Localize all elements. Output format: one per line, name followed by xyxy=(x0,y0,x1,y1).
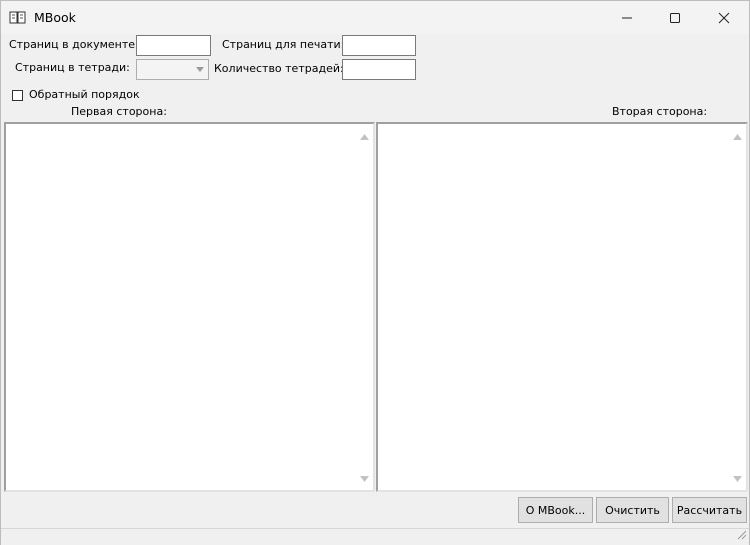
scroll-down-icon[interactable] xyxy=(360,471,369,485)
scroll-up-icon[interactable] xyxy=(360,129,369,143)
notebook-count-input[interactable] xyxy=(342,59,416,80)
pages-in-notebook-select[interactable] xyxy=(136,59,209,80)
about-button[interactable]: О MBook... xyxy=(518,497,593,523)
app-window: MBook Страниц в документе: Страниц для п… xyxy=(0,0,750,545)
first-side-textarea[interactable] xyxy=(4,122,375,492)
first-side-scrollbar[interactable] xyxy=(356,124,373,490)
chevron-down-icon[interactable] xyxy=(191,60,208,79)
reverse-order-label[interactable]: Обратный порядок xyxy=(29,88,140,101)
second-side-label: Вторая сторона: xyxy=(612,105,708,118)
notebook-count-label: Количество тетрадей: xyxy=(214,62,344,75)
close-icon xyxy=(718,12,730,23)
pages-in-document-input[interactable] xyxy=(136,35,211,56)
calculate-button[interactable]: Рассчитать xyxy=(672,497,747,523)
pages-in-notebook-label: Страниц в тетради: xyxy=(15,61,130,74)
close-button[interactable] xyxy=(701,1,747,34)
first-side-label: Первая сторона: xyxy=(71,105,167,118)
minimize-button[interactable] xyxy=(604,1,650,34)
status-bar xyxy=(1,528,749,545)
minimize-icon xyxy=(622,17,632,18)
book-icon xyxy=(9,10,26,25)
resize-grip-icon[interactable] xyxy=(736,529,747,543)
scroll-down-icon[interactable] xyxy=(733,471,742,485)
pages-to-print-input[interactable] xyxy=(342,35,416,56)
second-side-textarea[interactable] xyxy=(376,122,748,492)
pages-in-document-label: Страниц в документе: xyxy=(9,38,139,51)
pages-to-print-label: Страниц для печати: xyxy=(222,38,345,51)
second-side-scrollbar[interactable] xyxy=(729,124,746,490)
title-bar: MBook xyxy=(1,1,749,34)
clear-button[interactable]: Очистить xyxy=(596,497,669,523)
maximize-icon xyxy=(670,12,680,23)
maximize-button[interactable] xyxy=(652,1,698,34)
scroll-up-icon[interactable] xyxy=(733,129,742,143)
window-title: MBook xyxy=(34,10,76,25)
reverse-order-checkbox[interactable] xyxy=(12,90,23,101)
